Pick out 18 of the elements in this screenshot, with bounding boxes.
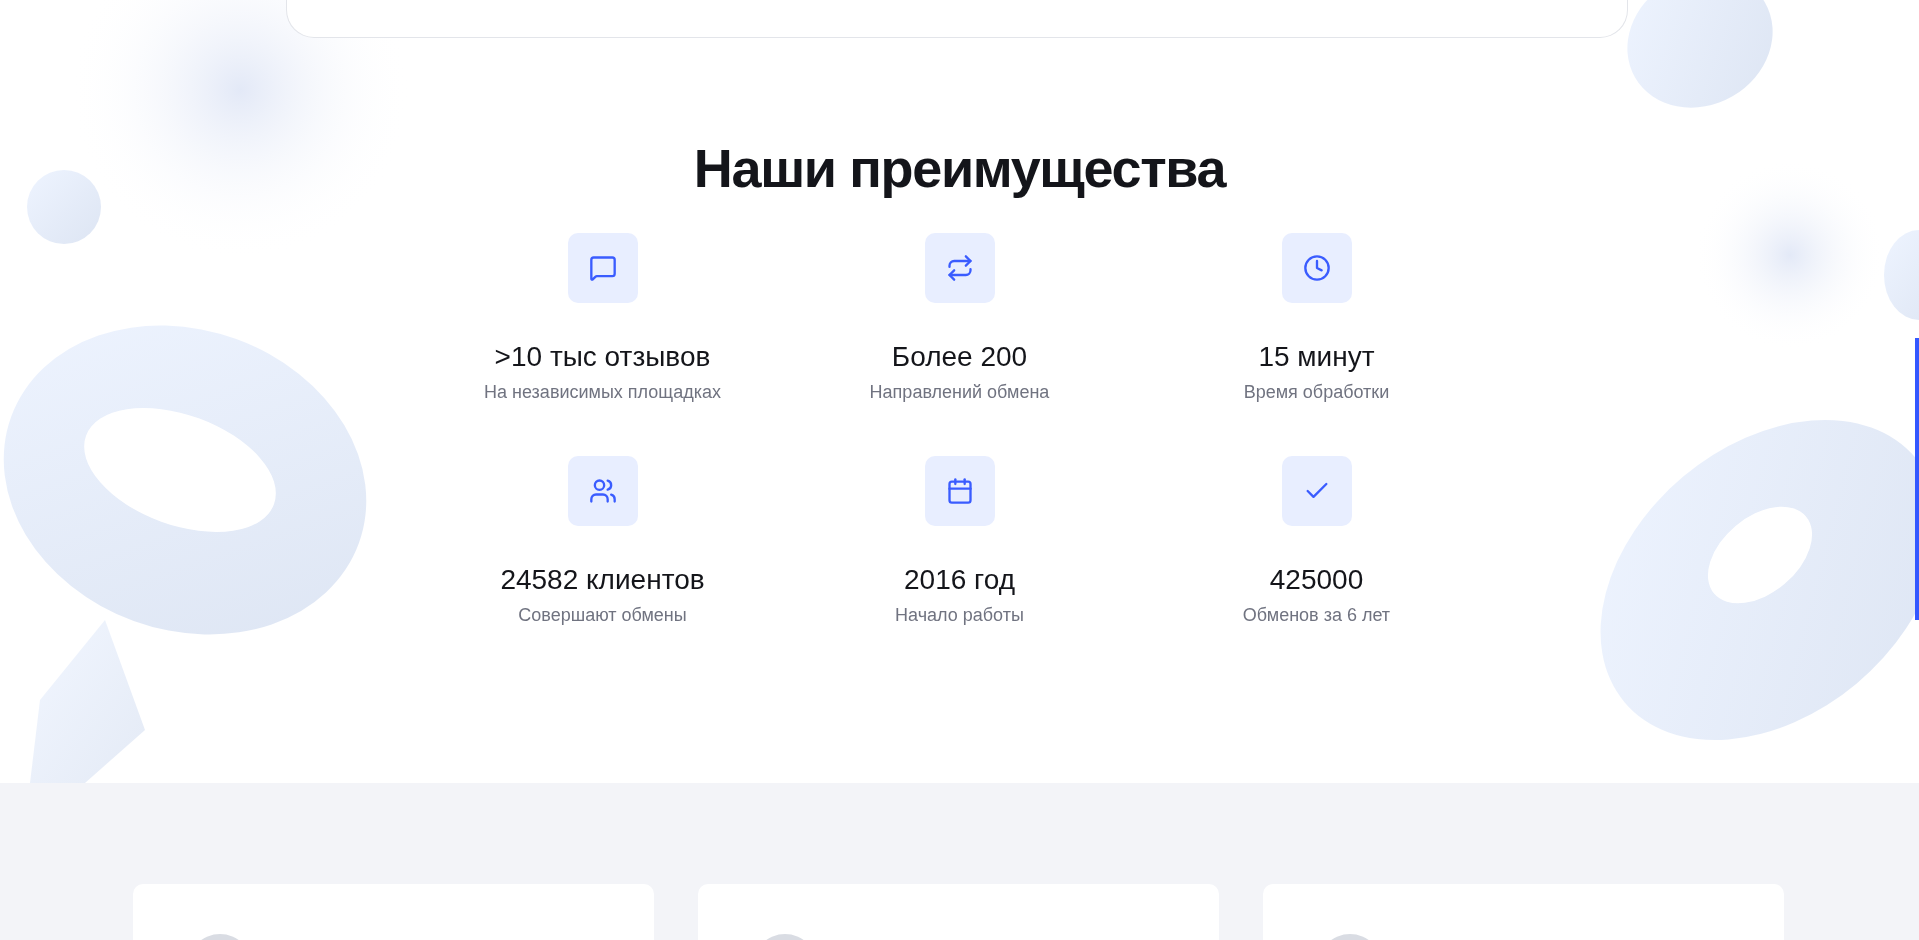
- advantage-value: 2016 год: [904, 563, 1015, 597]
- advantage-caption: Направлений обмена: [869, 381, 1050, 404]
- advantage-value: >10 тыс отзывов: [494, 340, 711, 374]
- advantage-caption: Обменов за 6 лет: [1242, 604, 1391, 627]
- advantage-value: 425000: [1269, 563, 1364, 597]
- section-title: Наши преимущества: [693, 137, 1226, 200]
- advantage-caption: Начало работы: [895, 604, 1024, 627]
- calendar-icon: [945, 477, 974, 505]
- users-icon: [588, 477, 617, 505]
- exchange-arrows-icon: [945, 254, 974, 282]
- advantage-value: 15 минут: [1258, 340, 1375, 374]
- advantage-caption: Совершают обмены: [518, 604, 687, 627]
- advantage-value: Более 200: [891, 340, 1028, 374]
- advantage-value: 24582 клиентов: [500, 563, 705, 597]
- advantage-caption: Время обработки: [1243, 381, 1390, 404]
- chat-bubble-icon: [588, 254, 617, 282]
- clock-icon: [1302, 254, 1331, 282]
- advantage-caption: На независимых площадках: [484, 381, 721, 404]
